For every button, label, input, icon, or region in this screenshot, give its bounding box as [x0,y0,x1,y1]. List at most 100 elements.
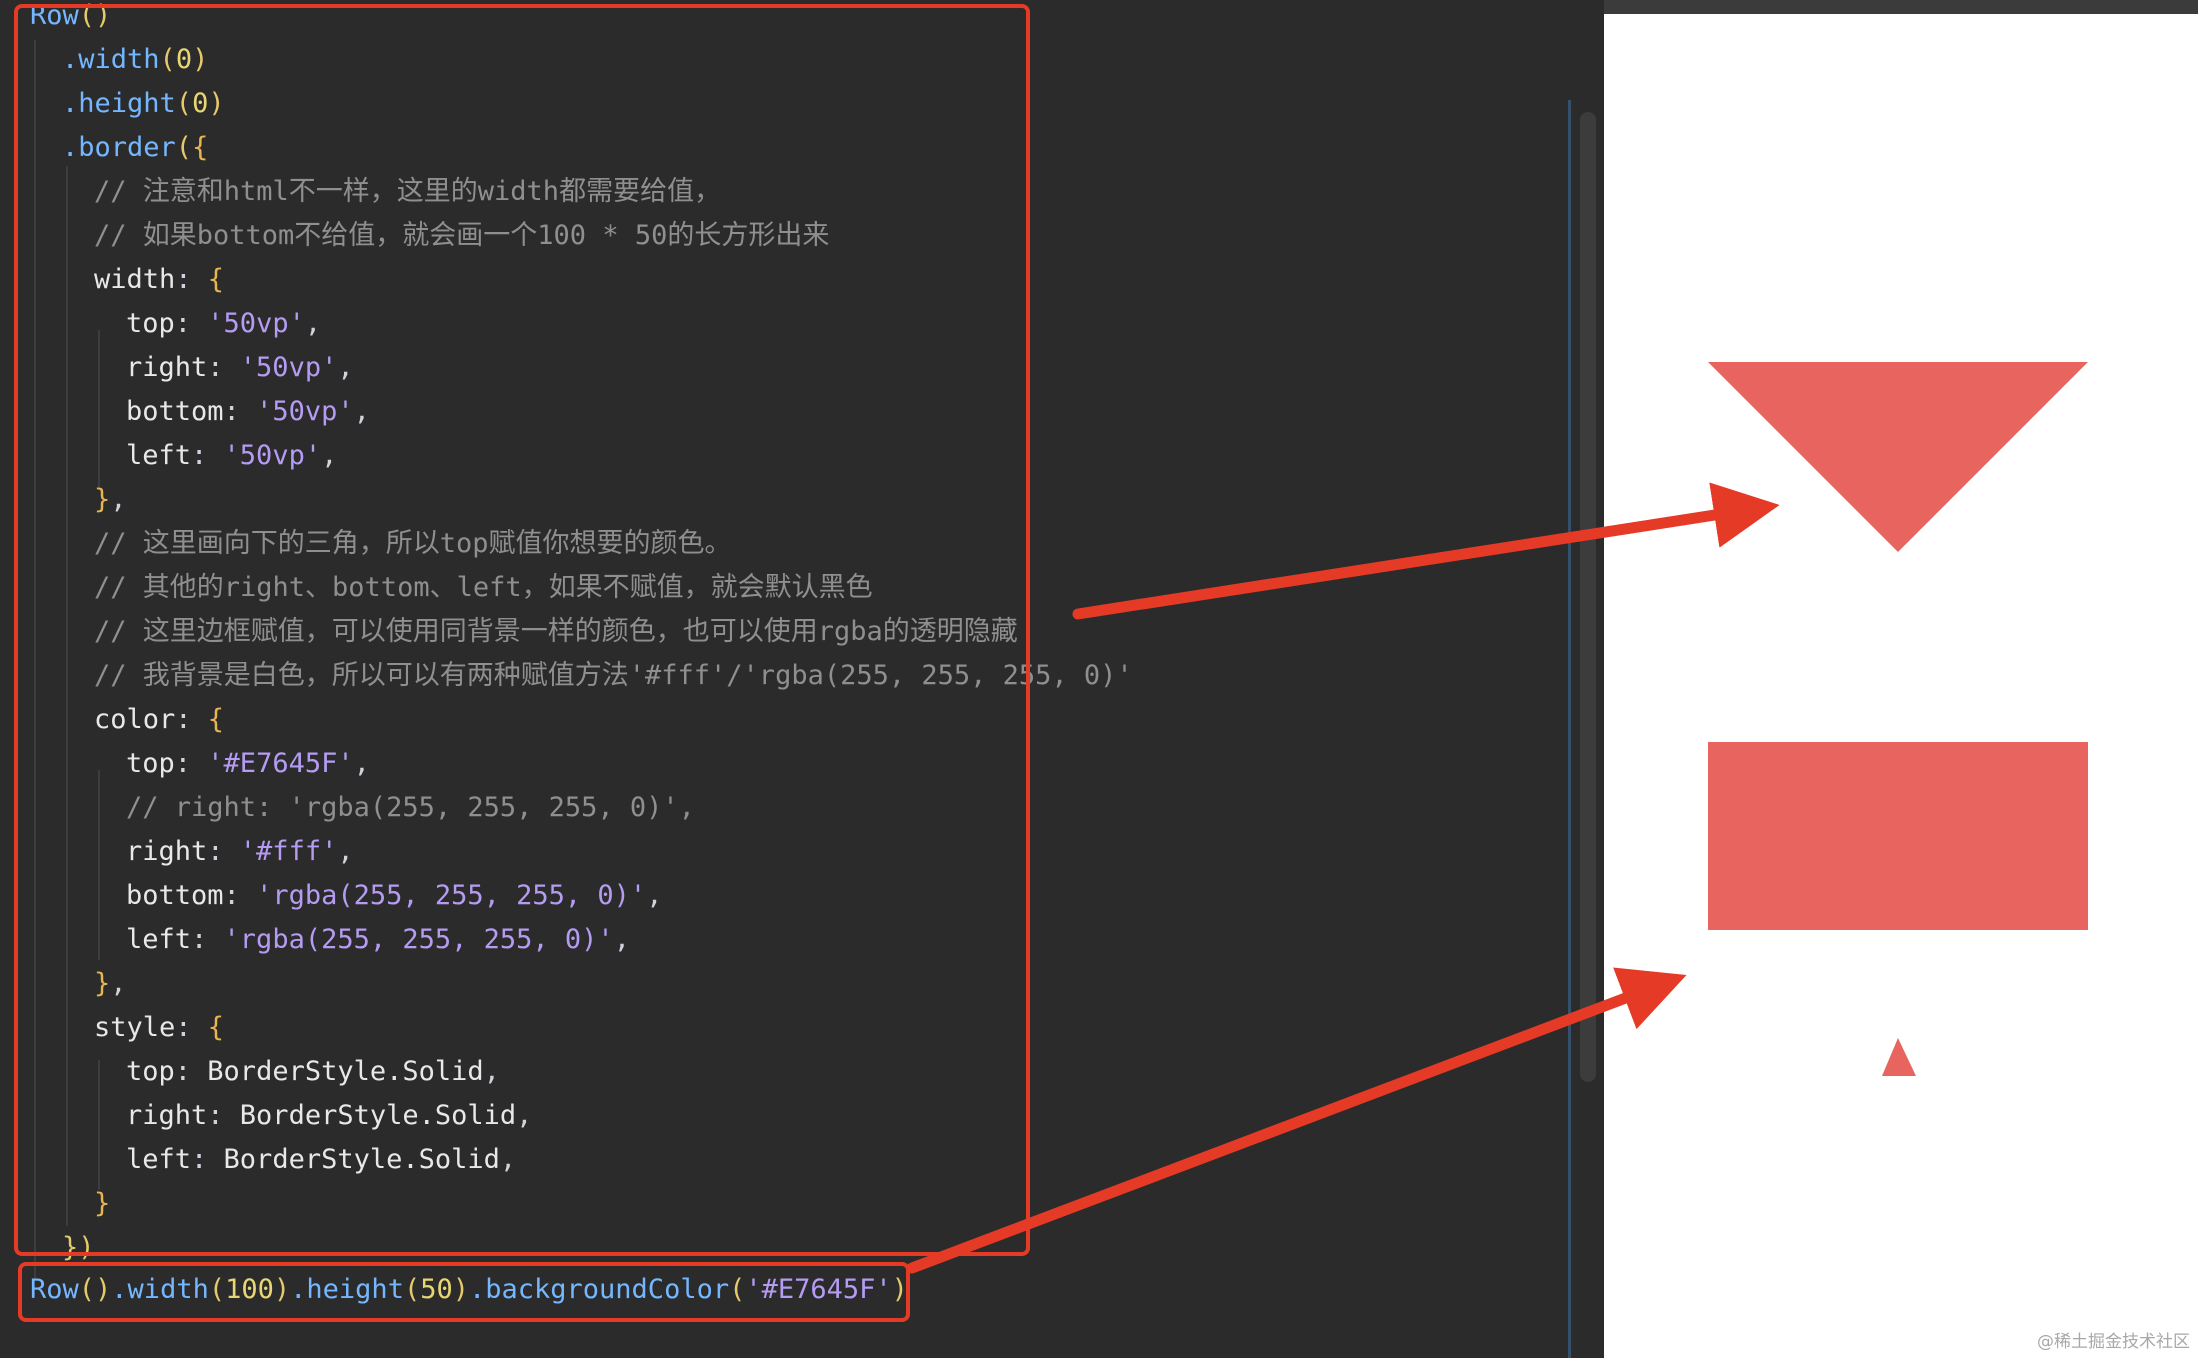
code-token: ) [208,88,225,119]
code-line[interactable]: // 注意和html不一样，这里的width都需要给值， [30,170,721,214]
code-line[interactable]: }) [30,1226,95,1270]
code-token: ) [192,44,209,75]
editor-divider [1568,100,1571,1358]
code-token: 100 [225,1274,274,1305]
code-line[interactable]: bottom: '50vp', [30,390,370,434]
code-token: ( [729,1274,746,1305]
code-token: Row [30,0,79,31]
code-token: width [94,264,176,295]
code-line[interactable]: bottom: 'rgba(255, 255, 255, 0)', [30,874,662,918]
code-token: () [78,0,112,31]
code-line[interactable]: .width(0) [30,38,208,82]
code-line[interactable]: .height(0) [30,82,225,126]
code-line[interactable]: // right: 'rgba(255, 255, 255, 0)', [30,786,695,830]
code-line[interactable]: right: '50vp', [30,346,354,390]
code-token: : [207,836,240,867]
code-token: , [337,836,354,867]
code-token: { [192,132,209,163]
code-token: color [94,704,176,735]
code-token: .width [111,1274,209,1305]
code-token: : [175,264,208,295]
code-token: '#fff' [239,836,338,867]
code-token: { [207,704,225,735]
code-token: // 如果bottom不给值，就会画一个100 * 50的长方形出来 [94,220,830,251]
code-token: .backgroundColor [469,1274,730,1305]
code-token: ( [175,88,193,119]
code-token: , [613,924,630,955]
code-line[interactable]: left: BorderStyle.Solid, [30,1138,516,1182]
code-line[interactable]: color: { [30,698,224,742]
code-token: BorderStyle.Solid [223,1144,500,1175]
code-line[interactable]: right: BorderStyle.Solid, [30,1094,532,1138]
code-line[interactable]: // 其他的right、bottom、left，如果不赋值，就会默认黑色 [30,566,873,610]
code-line[interactable]: }, [30,962,127,1006]
code-token: '50vp' [207,308,305,339]
code-token: .height [62,88,176,119]
code-token: 50 [420,1274,453,1305]
code-token: { [207,264,225,295]
code-line[interactable]: // 这里边框赋值，可以使用同背景一样的颜色，也可以使用rgba的透明隐藏 [30,610,1018,654]
code-line[interactable]: Row() [30,0,111,38]
code-token: } [94,968,111,999]
code-token: // 其他的right、bottom、left，如果不赋值，就会默认黑色 [94,572,873,603]
code-token: : [175,704,208,735]
code-token: , [321,440,338,471]
code-token: left [126,924,192,955]
code-token: ( [175,132,193,163]
code-line[interactable]: top: '#E7645F', [30,742,370,786]
code-token: , [304,308,322,339]
code-token: : [207,1100,240,1131]
code-token: '#E7645F' [745,1274,892,1305]
code-token: , [110,484,127,515]
code-line[interactable]: // 如果bottom不给值，就会画一个100 * 50的长方形出来 [30,214,829,258]
code-line[interactable]: style: { [30,1006,224,1050]
editor-scrollbar[interactable] [1580,112,1596,1082]
code-token: , [483,1056,500,1087]
code-token: BorderStyle.Solid [239,1100,517,1131]
code-line[interactable]: top: '50vp', [30,302,321,346]
code-line[interactable]: top: BorderStyle.Solid, [30,1050,500,1094]
code-token: style [94,1012,176,1043]
code-token: '50vp' [239,352,338,383]
code-line[interactable]: left: 'rgba(255, 255, 255, 0)', [30,918,630,962]
code-token: top [126,748,175,779]
code-token: , [353,748,370,779]
code-line[interactable]: Row().width(100).height(50).backgroundCo… [30,1268,908,1312]
code-token: top [126,1056,175,1087]
code-token: : [223,396,257,427]
code-token: left [126,440,192,471]
code-token: : [207,352,240,383]
code-token: .border [62,132,176,163]
code-line[interactable]: left: '50vp', [30,434,337,478]
code-token: , [337,352,354,383]
code-token: top [126,308,175,339]
code-token: : [174,1056,208,1087]
code-line[interactable]: right: '#fff', [30,830,354,874]
code-line[interactable]: }, [30,478,127,522]
code-line[interactable]: // 这里画向下的三角，所以top赋值你想要的颜色。 [30,522,732,566]
code-line[interactable]: } [30,1182,110,1226]
code-token: : [175,1012,208,1043]
code-token: : [174,308,208,339]
code-editor[interactable]: Row() .width(0) .height(0) .border({// 注意和h… [0,0,1604,1358]
code-token: .height [290,1274,404,1305]
code-token: // 我背景是白色，所以可以有两种赋值方法'#fff'/'rgba(255, 2… [94,660,1133,691]
code-token: right [126,1100,208,1131]
code-token: '50vp' [223,440,322,471]
code-token: 'rgba(255, 255, 255, 0)' [256,880,647,911]
code-line[interactable]: // 我背景是白色，所以可以有两种赋值方法'#fff'/'rgba(255, 2… [30,654,1133,698]
code-token: ( [208,1274,226,1305]
code-line[interactable]: width: { [30,258,224,302]
code-line[interactable]: .border({ [30,126,208,170]
code-token: }) [62,1232,95,1263]
code-token: // 这里画向下的三角，所以top赋值你想要的颜色。 [94,528,732,559]
code-token: '50vp' [256,396,354,427]
code-token: BorderStyle.Solid [207,1056,484,1087]
code-token: right [126,836,208,867]
code-token: , [646,880,663,911]
code-token: , [516,1100,533,1131]
watermark: @稀土掘金技术社区 [2037,1332,2190,1352]
code-token: left [126,1144,192,1175]
code-token: 'rgba(255, 255, 255, 0)' [223,924,614,955]
code-token: right [126,352,208,383]
